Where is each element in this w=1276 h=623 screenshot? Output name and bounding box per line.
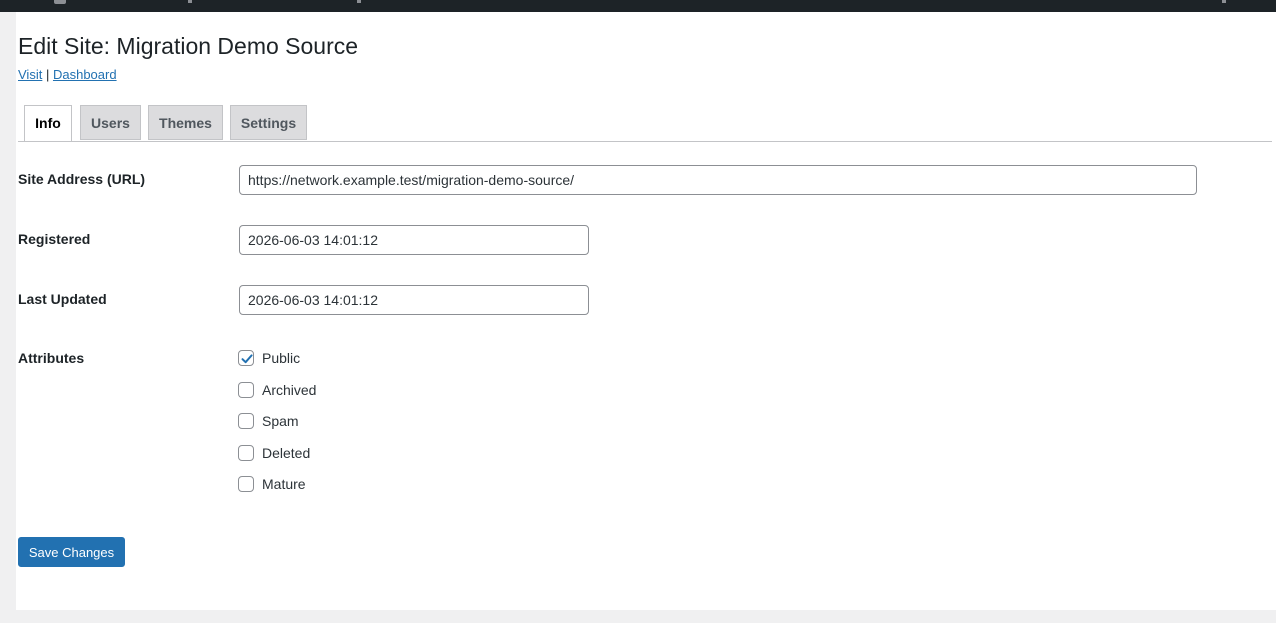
site-address-input[interactable] xyxy=(239,165,1197,195)
public-label: Public xyxy=(262,350,301,366)
link-separator: | xyxy=(45,67,50,82)
site-links: Visit | Dashboard xyxy=(18,67,117,82)
public-checkbox[interactable] xyxy=(238,350,254,366)
admin-bar-item[interactable] xyxy=(357,0,361,3)
attributes-label: Attributes xyxy=(18,350,85,366)
attribute-archived: Archived xyxy=(238,380,316,400)
tab-info[interactable]: Info xyxy=(24,105,72,142)
visit-link[interactable]: Visit xyxy=(18,67,42,82)
attribute-spam: Spam xyxy=(238,411,299,431)
attribute-deleted: Deleted xyxy=(238,443,310,463)
archived-label: Archived xyxy=(262,382,317,398)
page-footer-gap xyxy=(0,610,1276,623)
tab-themes[interactable]: Themes xyxy=(148,105,223,140)
deleted-label: Deleted xyxy=(262,445,311,461)
attribute-public: Public xyxy=(238,348,300,368)
last-updated-input[interactable] xyxy=(239,285,589,315)
deleted-checkbox[interactable] xyxy=(238,445,254,461)
tab-divider xyxy=(18,141,1272,142)
admin-bar-account[interactable] xyxy=(1222,0,1226,3)
spam-checkbox[interactable] xyxy=(238,413,254,429)
tab-settings[interactable]: Settings xyxy=(230,105,307,140)
archived-checkbox[interactable] xyxy=(238,382,254,398)
last-updated-label: Last Updated xyxy=(18,291,107,307)
admin-bar xyxy=(0,0,1276,12)
mature-checkbox[interactable] xyxy=(238,476,254,492)
dashboard-link[interactable]: Dashboard xyxy=(53,67,117,82)
tab-bar: Info Users Themes Settings xyxy=(24,105,1272,142)
site-address-label: Site Address (URL) xyxy=(18,171,146,187)
page-title: Edit Site: Migration Demo Source xyxy=(18,33,359,59)
save-changes-button[interactable]: Save Changes xyxy=(18,537,125,567)
main-content: Edit Site: Migration Demo Source Visit |… xyxy=(16,12,1276,610)
spam-label: Spam xyxy=(262,413,299,429)
tab-users[interactable]: Users xyxy=(80,105,141,140)
admin-bar-icon[interactable] xyxy=(54,0,66,4)
mature-label: Mature xyxy=(262,476,306,492)
registered-input[interactable] xyxy=(239,225,589,255)
attribute-mature: Mature xyxy=(238,474,306,494)
registered-label: Registered xyxy=(18,231,91,247)
checkmark-icon xyxy=(241,354,253,364)
admin-bar-item[interactable] xyxy=(188,0,192,3)
